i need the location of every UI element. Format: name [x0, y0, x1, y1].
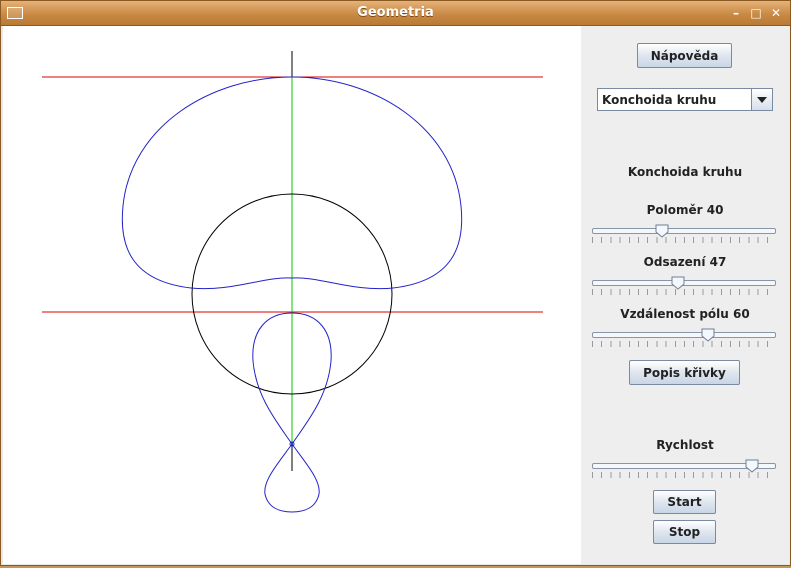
radius-slider[interactable]	[592, 224, 776, 249]
curve-title: Konchoida kruhu	[627, 165, 743, 179]
start-button[interactable]: Start	[653, 490, 716, 514]
control-panel: Nápověda Konchoida kruhu Konchoida kruhu…	[581, 26, 789, 564]
speed-slider-thumb[interactable]	[745, 459, 759, 473]
slider-ticks	[592, 237, 776, 243]
stop-button[interactable]: Stop	[653, 520, 716, 544]
slider-ticks	[592, 341, 776, 347]
speed-slider[interactable]	[592, 459, 776, 484]
slider-track	[592, 228, 776, 234]
offset-slider[interactable]	[592, 276, 776, 301]
curve-select-value: Konchoida kruhu	[602, 93, 717, 107]
curve-drawing	[42, 51, 543, 513]
title-bar[interactable]: Geometria – □ ✕	[1, 1, 790, 26]
radius-label: Poloměr 40	[646, 203, 724, 217]
pole-distance-slider[interactable]	[592, 328, 776, 353]
help-button[interactable]: Nápověda	[637, 43, 732, 68]
radius-slider-thumb[interactable]	[655, 224, 669, 238]
app-window: Geometria – □ ✕ Nápověda Konchoida kruhu	[0, 0, 791, 566]
pole-distance-label: Vzdálenost pólu 60	[620, 307, 750, 321]
speed-label: Rychlost	[656, 438, 714, 452]
minimize-icon[interactable]: –	[729, 6, 743, 20]
slider-track	[592, 332, 776, 338]
pole-distance-slider-thumb[interactable]	[701, 328, 715, 342]
offset-label: Odsazení 47	[643, 255, 727, 269]
maximize-icon[interactable]: □	[749, 6, 763, 20]
drawing-canvas[interactable]	[3, 26, 581, 564]
close-icon[interactable]: ✕	[769, 6, 783, 20]
window-title: Geometria	[357, 5, 434, 20]
describe-curve-button[interactable]: Popis křivky	[629, 360, 740, 385]
offset-slider-thumb[interactable]	[671, 276, 685, 290]
chevron-down-icon[interactable]	[751, 89, 772, 110]
curve-select[interactable]: Konchoida kruhu	[597, 88, 773, 111]
